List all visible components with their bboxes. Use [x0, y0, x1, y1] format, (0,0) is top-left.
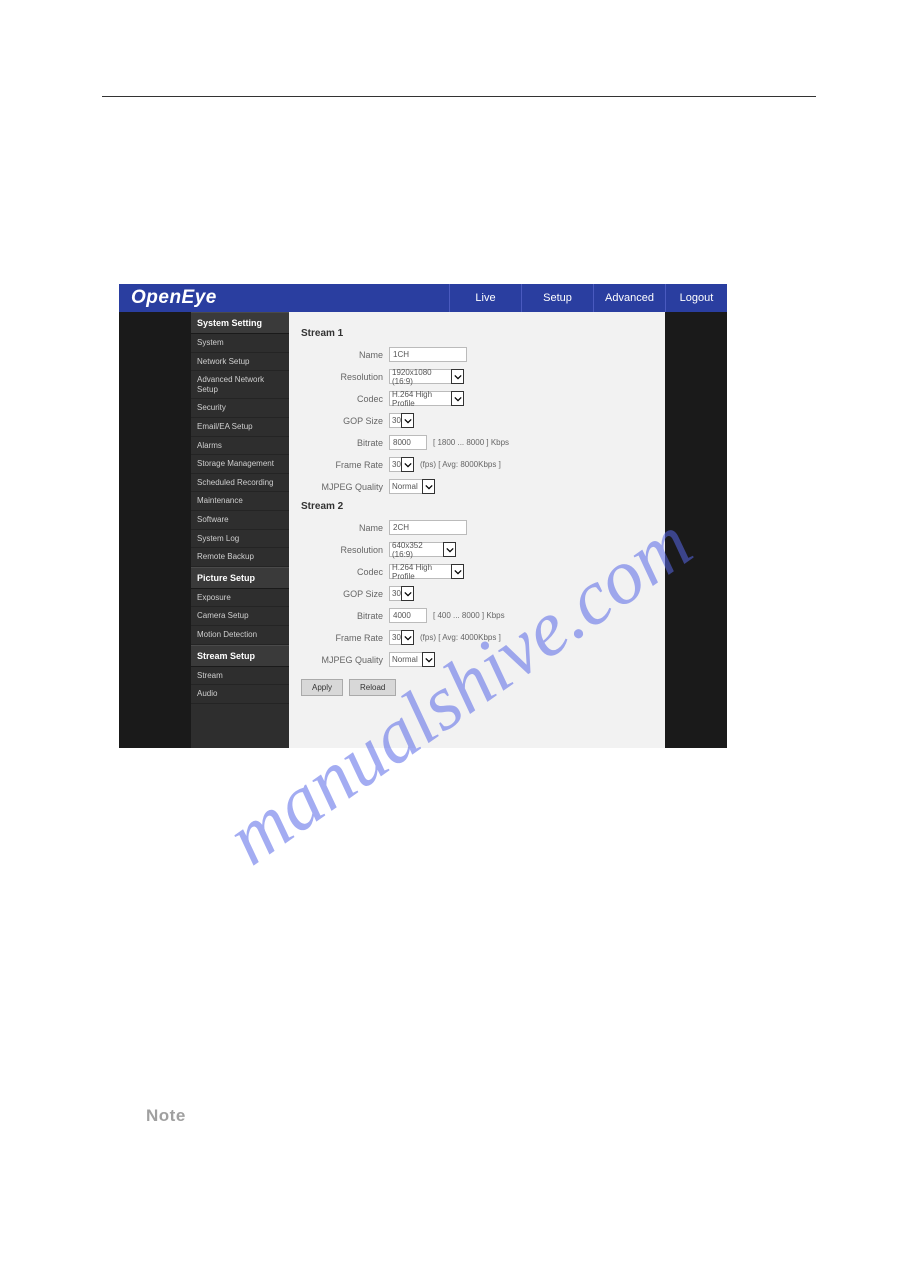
sidebar-item-advanced-network-setup[interactable]: Advanced Network Setup [191, 371, 289, 399]
select-s2-mjpeg[interactable]: Normal [389, 652, 423, 667]
nav-logout[interactable]: Logout [665, 284, 727, 312]
sidebar-item-motion-detection[interactable]: Motion Detection [191, 626, 289, 645]
app-screenshot: OpenEye Live Setup Advanced Logout Syste… [119, 284, 727, 748]
hint-s1-framerate: (fps) [ Avg: 8000Kbps ] [420, 460, 501, 469]
label-s1-framerate: Frame Rate [295, 460, 389, 470]
chevron-down-icon[interactable] [451, 369, 464, 384]
sidebar-item-maintenance[interactable]: Maintenance [191, 492, 289, 511]
top-navbar: OpenEye Live Setup Advanced Logout [119, 284, 727, 312]
label-s2-gop: GOP Size [295, 589, 389, 599]
hint-s2-framerate: (fps) [ Avg: 4000Kbps ] [420, 633, 501, 642]
label-s2-mjpeg: MJPEG Quality [295, 655, 389, 665]
label-s2-framerate: Frame Rate [295, 633, 389, 643]
input-s1-bitrate[interactable] [389, 435, 427, 450]
sidebar-header-picture-setup: Picture Setup [191, 567, 289, 589]
reload-button[interactable]: Reload [349, 679, 396, 696]
sidebar-header-system-setting: System Setting [191, 312, 289, 334]
chevron-down-icon[interactable] [422, 479, 435, 494]
chevron-down-icon[interactable] [443, 542, 456, 557]
sidebar-item-camera-setup[interactable]: Camera Setup [191, 607, 289, 626]
chevron-down-icon[interactable] [401, 586, 414, 601]
sidebar-item-system[interactable]: System [191, 334, 289, 353]
sidebar-item-scheduled-recording[interactable]: Scheduled Recording [191, 474, 289, 493]
label-s1-name: Name [295, 350, 389, 360]
chevron-down-icon[interactable] [451, 564, 464, 579]
chevron-down-icon[interactable] [401, 413, 414, 428]
select-s2-resolution[interactable]: 640x352 (16:9) [389, 542, 444, 557]
note-heading: Note [146, 1106, 186, 1126]
sidebar-item-email-ea-setup[interactable]: Email/EA Setup [191, 418, 289, 437]
sidebar-item-remote-backup[interactable]: Remote Backup [191, 548, 289, 567]
sidebar-item-security[interactable]: Security [191, 399, 289, 418]
apply-button[interactable]: Apply [301, 679, 343, 696]
label-s2-codec: Codec [295, 567, 389, 577]
chevron-down-icon[interactable] [401, 457, 414, 472]
left-gutter [119, 312, 191, 748]
sidebar-item-audio[interactable]: Audio [191, 685, 289, 704]
input-s2-bitrate[interactable] [389, 608, 427, 623]
label-s1-mjpeg: MJPEG Quality [295, 482, 389, 492]
label-s1-gop: GOP Size [295, 416, 389, 426]
stream2-title: Stream 2 [301, 501, 659, 512]
label-s2-bitrate: Bitrate [295, 611, 389, 621]
chevron-down-icon[interactable] [422, 652, 435, 667]
input-s2-name[interactable] [389, 520, 467, 535]
page-divider [102, 96, 816, 97]
label-s2-resolution: Resolution [295, 545, 389, 555]
nav-advanced[interactable]: Advanced [593, 284, 665, 312]
input-s1-name[interactable] [389, 347, 467, 362]
sidebar-item-software[interactable]: Software [191, 511, 289, 530]
sidebar-item-system-log[interactable]: System Log [191, 530, 289, 549]
label-s1-resolution: Resolution [295, 372, 389, 382]
chevron-down-icon[interactable] [451, 391, 464, 406]
sidebar-item-stream[interactable]: Stream [191, 667, 289, 686]
label-s1-codec: Codec [295, 394, 389, 404]
select-s1-resolution[interactable]: 1920x1080 (16:9) [389, 369, 452, 384]
label-s1-bitrate: Bitrate [295, 438, 389, 448]
nav-live[interactable]: Live [449, 284, 521, 312]
select-s2-codec[interactable]: H.264 High Profile [389, 564, 452, 579]
sidebar-item-exposure[interactable]: Exposure [191, 589, 289, 608]
select-s1-codec[interactable]: H.264 High Profile [389, 391, 452, 406]
select-s1-mjpeg[interactable]: Normal [389, 479, 423, 494]
sidebar-header-stream-setup: Stream Setup [191, 645, 289, 667]
stream1-title: Stream 1 [301, 328, 659, 339]
hint-s1-bitrate: [ 1800 ... 8000 ] Kbps [433, 438, 509, 447]
sidebar-item-alarms[interactable]: Alarms [191, 437, 289, 456]
nav-setup[interactable]: Setup [521, 284, 593, 312]
sidebar: System Setting System Network Setup Adva… [191, 312, 289, 748]
chevron-down-icon[interactable] [401, 630, 414, 645]
brand-logo: OpenEye [119, 284, 449, 312]
right-gutter [665, 312, 727, 748]
hint-s2-bitrate: [ 400 ... 8000 ] Kbps [433, 611, 505, 620]
main-panel: Stream 1 Name Resolution 1920x1080 (16:9… [289, 312, 665, 748]
sidebar-item-network-setup[interactable]: Network Setup [191, 353, 289, 372]
label-s2-name: Name [295, 523, 389, 533]
sidebar-item-storage-management[interactable]: Storage Management [191, 455, 289, 474]
